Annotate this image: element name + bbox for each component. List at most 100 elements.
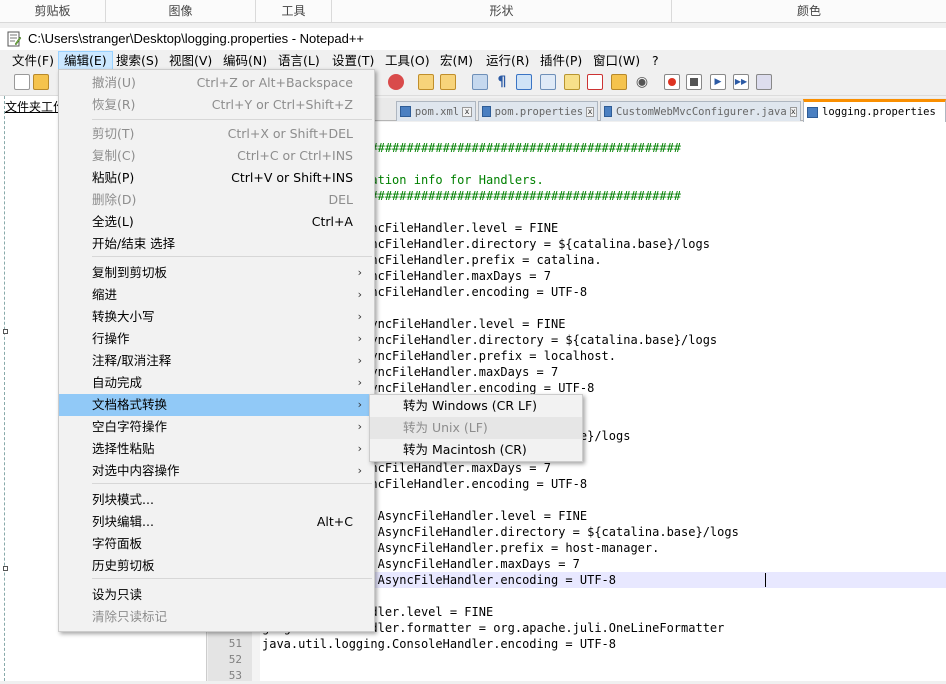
menu-settings[interactable]: 设置(T) xyxy=(327,51,379,70)
edit-menu-item[interactable]: 恢复(R) Ctrl+Y or Ctrl+Shift+Z xyxy=(59,94,374,116)
edit-menu-item[interactable]: 空白字符操作 › xyxy=(59,416,374,438)
tab-pom-xml[interactable]: pom.xml x xyxy=(396,101,476,121)
tab-pom-properties[interactable]: pom.properties x xyxy=(478,101,598,121)
edit-menu-item[interactable]: 粘贴(P) Ctrl+V or Shift+INS xyxy=(59,167,374,189)
menu-item-label: 缩进 xyxy=(92,287,118,302)
edit-menu-item[interactable]: 文档格式转换 › xyxy=(59,394,374,416)
edit-menu-item[interactable]: 转换大小写 › xyxy=(59,306,374,328)
menu-item-shortcut: Ctrl+X or Shift+DEL xyxy=(227,126,353,141)
save-icon xyxy=(807,106,818,118)
monitoring-eye-icon[interactable]: ◉ xyxy=(634,74,650,90)
menu-plugins[interactable]: 插件(P) xyxy=(535,51,587,70)
tab-logging-properties[interactable]: logging.properties xyxy=(803,99,946,122)
sync-scroll-icon[interactable] xyxy=(472,74,488,90)
edit-menu-item[interactable]: 自动完成 › xyxy=(59,372,374,394)
show-all-chars-icon[interactable]: ¶ xyxy=(494,74,510,90)
chevron-right-icon: › xyxy=(357,420,362,433)
close-icon[interactable]: x xyxy=(789,106,797,117)
close-icon[interactable]: x xyxy=(462,106,472,117)
menu-window[interactable]: 窗口(W) xyxy=(588,51,645,70)
tab-customwebmvcconfigurer[interactable]: CustomWebMvcConfigurer.java x xyxy=(600,101,801,121)
folder-workspace-icon[interactable] xyxy=(611,74,627,90)
menu-separator xyxy=(92,256,372,257)
menu-item-shortcut: Ctrl+C or Ctrl+INS xyxy=(237,148,353,163)
indent-guide-icon[interactable] xyxy=(516,74,532,90)
submenu-convert-windows[interactable]: 转为 Windows (CR LF) xyxy=(370,395,582,417)
edit-menu-item[interactable]: 缩进 › xyxy=(59,284,374,306)
ribbon-group-shapes: 形状 xyxy=(332,0,672,22)
selection-border xyxy=(4,96,5,681)
submenu-convert-unix[interactable]: 转为 Unix (LF) xyxy=(370,417,582,439)
chevron-right-icon: › xyxy=(357,332,362,345)
chevron-right-icon: › xyxy=(357,442,362,455)
menu-item-label: 剪切(T) xyxy=(92,126,135,141)
menu-language[interactable]: 语言(L) xyxy=(273,51,325,70)
menu-item-label: 空白字符操作 xyxy=(92,419,168,434)
edit-menu-item[interactable]: 清除只读标记 xyxy=(59,606,374,628)
play-macro-icon[interactable]: ▶ xyxy=(710,74,726,90)
menu-run[interactable]: 运行(R) xyxy=(481,51,534,70)
zoom-out-icon[interactable] xyxy=(440,74,456,90)
code-line[interactable]: java.util.logging.ConsoleHandler.encodin… xyxy=(262,636,616,652)
menu-item-shortcut: Alt+C xyxy=(316,514,353,529)
menu-item-label: 清除只读标记 xyxy=(92,609,168,624)
save-icon xyxy=(482,106,491,117)
edit-menu-item[interactable]: 历史剪切板 xyxy=(59,555,374,577)
edit-menu-item[interactable]: 行操作 › xyxy=(59,328,374,350)
menu-item-label: 转换大小写 xyxy=(92,309,155,324)
function-list-icon[interactable] xyxy=(587,74,603,90)
menu-item-shortcut: DEL xyxy=(328,192,354,207)
edit-menu-item[interactable]: 列块编辑... Alt+C xyxy=(59,511,374,533)
menu-separator xyxy=(92,119,372,120)
new-file-icon[interactable] xyxy=(14,74,30,90)
menu-file[interactable]: 文件(F) xyxy=(7,51,59,70)
close-icon[interactable]: x xyxy=(586,106,594,117)
edit-menu-item[interactable]: 全选(L) Ctrl+A xyxy=(59,211,374,233)
find-replace-icon[interactable] xyxy=(388,74,404,90)
menu-item-label: 对选中内容操作 xyxy=(92,463,180,478)
stop-record-icon[interactable] xyxy=(686,74,702,90)
menu-tools[interactable]: 工具(O) xyxy=(380,51,435,70)
menu-item-label: 全选(L) xyxy=(92,214,134,229)
menu-item-shortcut: Ctrl+V or Shift+INS xyxy=(231,170,353,185)
tab-label: pom.properties xyxy=(494,105,584,118)
word-wrap-icon[interactable] xyxy=(540,74,556,90)
menu-item-label: 复制到剪切板 xyxy=(92,265,168,280)
edit-menu-item[interactable]: 撤消(U) Ctrl+Z or Alt+Backspace xyxy=(59,72,374,94)
menu-item-label: 历史剪切板 xyxy=(92,558,155,573)
line-number: 53 xyxy=(228,669,242,682)
menu-macro[interactable]: 宏(M) xyxy=(435,51,478,70)
edit-menu-item[interactable]: 复制(C) Ctrl+C or Ctrl+INS xyxy=(59,145,374,167)
edit-menu-item[interactable]: 对选中内容操作 › xyxy=(59,460,374,482)
menu-help[interactable]: ? xyxy=(647,51,664,70)
menu-edit[interactable]: 编辑(E) xyxy=(58,51,113,70)
doc-map-icon[interactable] xyxy=(564,74,580,90)
edit-menu-item[interactable]: 列块模式... xyxy=(59,489,374,511)
menu-search[interactable]: 搜索(S) xyxy=(111,51,164,70)
tab-label: logging.properties xyxy=(822,106,936,118)
resize-handle[interactable] xyxy=(3,566,8,571)
save-macro-icon[interactable] xyxy=(756,74,772,90)
run-macro-multiple-icon[interactable]: ▶▶ xyxy=(733,74,749,90)
edit-menu-item[interactable]: 设为只读 xyxy=(59,584,374,606)
edit-menu-item[interactable]: 剪切(T) Ctrl+X or Shift+DEL xyxy=(59,123,374,145)
ribbon-group-clipboard: 剪贴板 xyxy=(0,0,106,22)
edit-menu-item[interactable]: 选择性粘贴 › xyxy=(59,438,374,460)
menu-encoding[interactable]: 编码(N) xyxy=(218,51,272,70)
menu-item-label: 复制(C) xyxy=(92,148,136,163)
ribbon-group-colors: 颜色 xyxy=(796,4,821,18)
edit-menu-item[interactable]: 删除(D) DEL xyxy=(59,189,374,211)
chevron-right-icon: › xyxy=(357,376,362,389)
resize-handle[interactable] xyxy=(3,329,8,334)
edit-menu-item[interactable]: 开始/结束 选择 xyxy=(59,233,374,255)
edit-menu-item[interactable]: 复制到剪切板 › xyxy=(59,262,374,284)
submenu-convert-macintosh[interactable]: 转为 Macintosh (CR) xyxy=(370,439,582,461)
open-file-icon[interactable] xyxy=(33,74,49,90)
chevron-right-icon: › xyxy=(357,266,362,279)
edit-menu-item[interactable]: 字符面板 xyxy=(59,533,374,555)
menu-view[interactable]: 视图(V) xyxy=(164,51,217,70)
chevron-right-icon: › xyxy=(357,398,362,411)
record-macro-icon[interactable] xyxy=(664,74,680,90)
edit-menu-item[interactable]: 注释/取消注释 › xyxy=(59,350,374,372)
zoom-in-icon[interactable] xyxy=(418,74,434,90)
